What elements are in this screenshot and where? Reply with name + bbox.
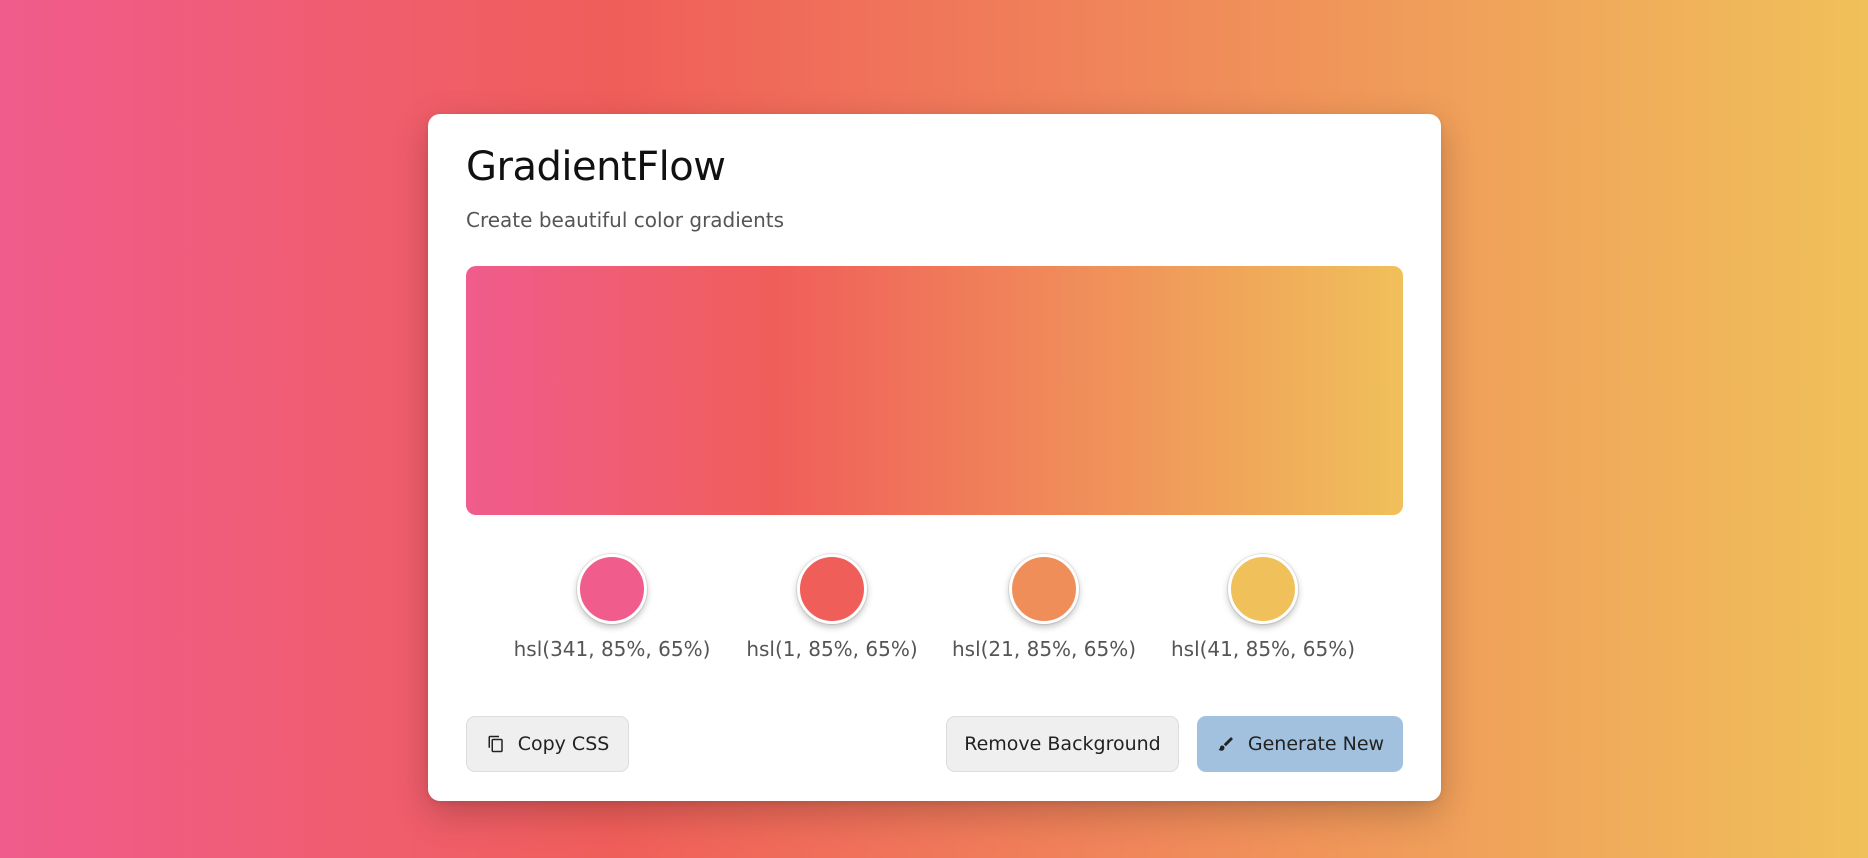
color-swatch-2[interactable]: hsl(1, 85%, 65%) xyxy=(732,554,932,661)
swatch-label: hsl(341, 85%, 65%) xyxy=(513,637,711,661)
remove-background-button[interactable]: Remove Background xyxy=(946,716,1179,772)
swatch-circle[interactable] xyxy=(1009,554,1079,624)
gradient-card: GradientFlow Create beautiful color grad… xyxy=(428,114,1441,801)
swatch-circle[interactable] xyxy=(1228,554,1298,624)
app-subtitle: Create beautiful color gradients xyxy=(466,208,785,232)
color-swatches: hsl(341, 85%, 65%) hsl(1, 85%, 65%) hsl(… xyxy=(466,554,1403,674)
swatch-circle[interactable] xyxy=(797,554,867,624)
copy-icon xyxy=(486,734,506,754)
gradient-preview xyxy=(466,266,1403,515)
app-title: GradientFlow xyxy=(466,144,726,190)
generate-new-button[interactable]: Generate New xyxy=(1197,716,1403,772)
brush-icon xyxy=(1216,734,1236,754)
swatch-label: hsl(41, 85%, 65%) xyxy=(1170,637,1356,661)
remove-background-label: Remove Background xyxy=(964,733,1161,755)
color-swatch-3[interactable]: hsl(21, 85%, 65%) xyxy=(944,554,1144,661)
swatch-label: hsl(1, 85%, 65%) xyxy=(746,637,918,661)
color-swatch-4[interactable]: hsl(41, 85%, 65%) xyxy=(1163,554,1363,661)
copy-css-button[interactable]: Copy CSS xyxy=(466,716,629,772)
generate-new-label: Generate New xyxy=(1247,733,1385,755)
swatch-label: hsl(21, 85%, 65%) xyxy=(951,637,1137,661)
swatch-circle[interactable] xyxy=(577,554,647,624)
color-swatch-1[interactable]: hsl(341, 85%, 65%) xyxy=(512,554,712,661)
copy-css-label: Copy CSS xyxy=(517,733,610,755)
